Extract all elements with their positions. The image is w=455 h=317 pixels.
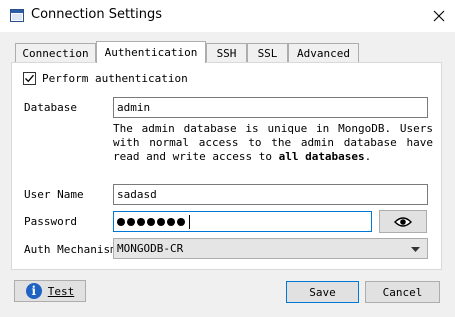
eye-icon: [394, 216, 412, 227]
close-button[interactable]: [422, 0, 455, 32]
chevron-down-icon: [411, 243, 420, 256]
password-dot: [167, 217, 175, 226]
auth-mechanism-label: Auth Mechanism: [24, 243, 117, 256]
auth-mechanism-select[interactable]: MONGODB-CR: [113, 238, 428, 259]
tab-connection[interactable]: Connection: [15, 43, 96, 62]
info-icon: i: [25, 283, 42, 299]
tab-advanced[interactable]: Advanced: [288, 43, 359, 62]
checkmark-icon: [25, 74, 34, 83]
window-icon: [10, 9, 24, 22]
password-dot: [177, 217, 185, 226]
tab-ssl[interactable]: SSL: [247, 43, 288, 62]
username-input[interactable]: sadasd: [113, 184, 428, 205]
password-mask: [117, 214, 190, 229]
close-icon: [433, 10, 444, 22]
description-bold-text: all databases: [278, 150, 365, 163]
password-input[interactable]: [113, 211, 372, 232]
save-button[interactable]: Save: [286, 281, 359, 303]
tab-ssh[interactable]: SSH: [206, 43, 247, 62]
database-label: Database: [24, 101, 77, 114]
tab-authentication[interactable]: Authentication: [96, 41, 206, 63]
admin-database-description: The admin database is unique in MongoDB.…: [113, 122, 433, 164]
description-end: .: [364, 150, 372, 163]
database-input[interactable]: admin: [113, 97, 428, 118]
password-dot: [157, 217, 165, 226]
password-dot: [137, 217, 145, 226]
description-text: The admin database is unique in MongoDB.…: [113, 122, 433, 163]
password-dot: [117, 217, 125, 226]
username-label: User Name: [24, 188, 84, 201]
cancel-button[interactable]: Cancel: [365, 281, 440, 303]
window-title: Connection Settings: [31, 7, 163, 22]
test-button-label: Test: [47, 284, 75, 298]
text-cursor: [189, 214, 190, 229]
password-dot: [147, 217, 155, 226]
password-label: Password: [24, 215, 77, 228]
password-dot: [127, 217, 135, 226]
test-button[interactable]: i Test: [14, 280, 86, 302]
perform-authentication-checkbox[interactable]: [23, 72, 36, 85]
perform-authentication-label: Perform authentication: [42, 72, 188, 85]
show-password-button[interactable]: [379, 210, 427, 233]
